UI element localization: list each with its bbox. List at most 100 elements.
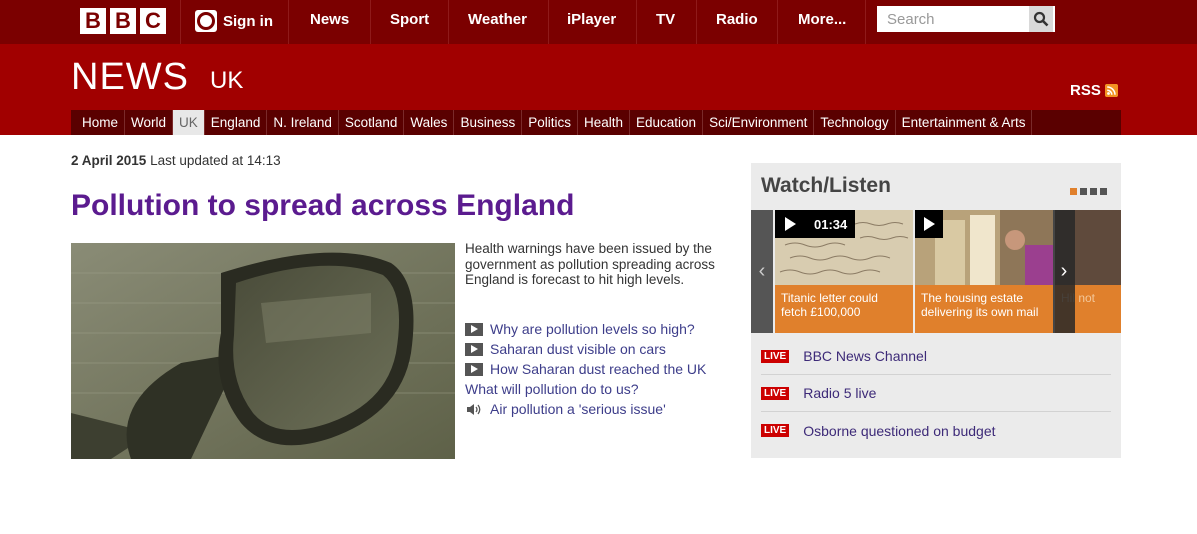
search-icon [1033,11,1049,27]
section-scotland[interactable]: Scotland [339,110,405,135]
car-mirror-image [71,243,455,459]
section-sci-environment[interactable]: Sci/Environment [703,110,815,135]
sign-in-label: Sign in [223,12,273,30]
related-link[interactable]: What will pollution do to us? [465,379,706,399]
live-item-label: Osborne questioned on budget [803,422,996,439]
section-uk[interactable]: UK [173,110,205,135]
pager-dot[interactable] [1070,188,1077,195]
live-badge: LIVE [761,424,790,437]
section-technology[interactable]: Technology [814,110,896,135]
story-summary: Health warnings have been issued by the … [465,241,715,287]
section-world[interactable]: World [125,110,174,135]
pager-dot[interactable] [1100,188,1107,195]
play-icon [924,217,935,231]
section-wales[interactable]: Wales [404,110,455,135]
play-overlay[interactable] [915,210,943,238]
logo-letter: B [80,8,106,34]
video-thumbnail: 01:34 [775,210,913,285]
play-overlay[interactable]: 01:34 [775,210,856,238]
live-item-label: Radio 5 live [803,385,877,401]
play-icon [785,217,796,231]
section-nav: Home World UK England N. Ireland Scotlan… [71,110,1121,135]
divider [636,0,637,44]
video-caption: The housing estate delivering its own ma… [915,285,1053,333]
related-link[interactable]: How Saharan dust reached the UK [465,359,706,379]
rss-label: RSS [1070,82,1101,99]
watch-listen-panel: Watch/Listen ‹ 01:34 Titanic letter coul… [751,163,1121,458]
search-button[interactable] [1029,6,1053,32]
divider [370,0,371,44]
related-link-label: Saharan dust visible on cars [490,341,666,357]
topnav-iplayer[interactable]: iPlayer [567,11,616,28]
divider [448,0,449,44]
audio-icon [467,403,481,415]
divider [777,0,778,44]
sign-in-link[interactable]: Sign in [195,8,273,34]
divider [548,0,549,44]
section-n-ireland[interactable]: N. Ireland [267,110,339,135]
global-top-bar: B B C Sign in News Sport Weather iPlayer… [0,0,1197,44]
pager-dot[interactable] [1090,188,1097,195]
bbc-logo[interactable]: B B C [80,8,166,34]
story-image[interactable] [71,243,455,459]
logo-letter: C [140,8,166,34]
video-icon [465,362,483,376]
news-title[interactable]: NEWS [71,56,189,99]
divider [288,0,289,44]
video-carousel: ‹ 01:34 Titanic letter could fetch £100,… [751,210,1121,333]
section-entertainment-arts[interactable]: Entertainment & Arts [896,110,1033,135]
chevron-right-icon: › [1060,260,1068,282]
live-item-label: BBC News Channel [803,348,927,364]
carousel-prev-button[interactable]: ‹ [751,210,773,333]
story-dateline: 2 April 2015 Last updated at 14:13 [71,153,281,168]
video-thumbnail [915,210,1053,285]
video-icon [465,322,483,336]
video-icon [465,342,483,356]
story-updated: Last updated at 14:13 [150,153,281,168]
topnav-sport[interactable]: Sport [390,11,429,28]
search-box [877,6,1055,32]
watch-listen-title: Watch/Listen [761,174,891,197]
rss-link[interactable]: RSS [1070,82,1118,99]
section-england[interactable]: England [205,110,268,135]
user-icon [195,10,217,32]
topnav-radio[interactable]: Radio [716,11,758,28]
story-date: 2 April 2015 [71,153,147,168]
section-business[interactable]: Business [454,110,523,135]
related-link-label: How Saharan dust reached the UK [490,361,707,377]
topnav-tv[interactable]: TV [656,11,675,28]
video-card[interactable]: 01:34 Titanic letter could fetch £100,00… [775,210,913,333]
chevron-left-icon: ‹ [758,260,766,282]
topnav-news[interactable]: News [310,11,349,28]
logo-letter: B [110,8,136,34]
live-badge: LIVE [761,386,790,400]
story-headline[interactable]: Pollution to spread across England [71,189,574,223]
topnav-more[interactable]: More... [798,11,846,28]
live-item[interactable]: LIVE BBC News Channel [761,338,1111,375]
rss-icon [1104,84,1118,97]
live-list: LIVE BBC News Channel LIVE Radio 5 live … [761,338,1111,449]
video-card[interactable]: The housing estate delivering its own ma… [915,210,1053,333]
related-link[interactable]: Saharan dust visible on cars [465,339,706,359]
related-link[interactable]: Air pollution a 'serious issue' [465,399,706,419]
related-link[interactable]: Why are pollution levels so high? [465,319,706,339]
divider [180,0,181,44]
video-duration: 01:34 [814,216,848,232]
divider [696,0,697,44]
section-health[interactable]: Health [578,110,631,135]
carousel-pager [1070,188,1107,195]
section-home[interactable]: Home [71,110,126,135]
section-education[interactable]: Education [630,110,704,135]
live-item[interactable]: LIVE Osborne questioned on budget [761,412,1111,449]
live-badge: LIVE [761,349,790,363]
related-link-label: What will pollution do to us? [465,381,639,397]
video-caption: Titanic letter could fetch £100,000 [775,285,913,333]
pager-dot[interactable] [1080,188,1087,195]
related-links: Why are pollution levels so high? Sahara… [465,319,706,419]
topnav-weather[interactable]: Weather [468,11,527,28]
section-politics[interactable]: Politics [522,110,578,135]
related-link-label: Why are pollution levels so high? [490,321,695,337]
carousel-next-button[interactable]: › [1053,210,1075,333]
live-item[interactable]: LIVE Radio 5 live [761,375,1111,412]
search-input[interactable] [877,6,1029,32]
